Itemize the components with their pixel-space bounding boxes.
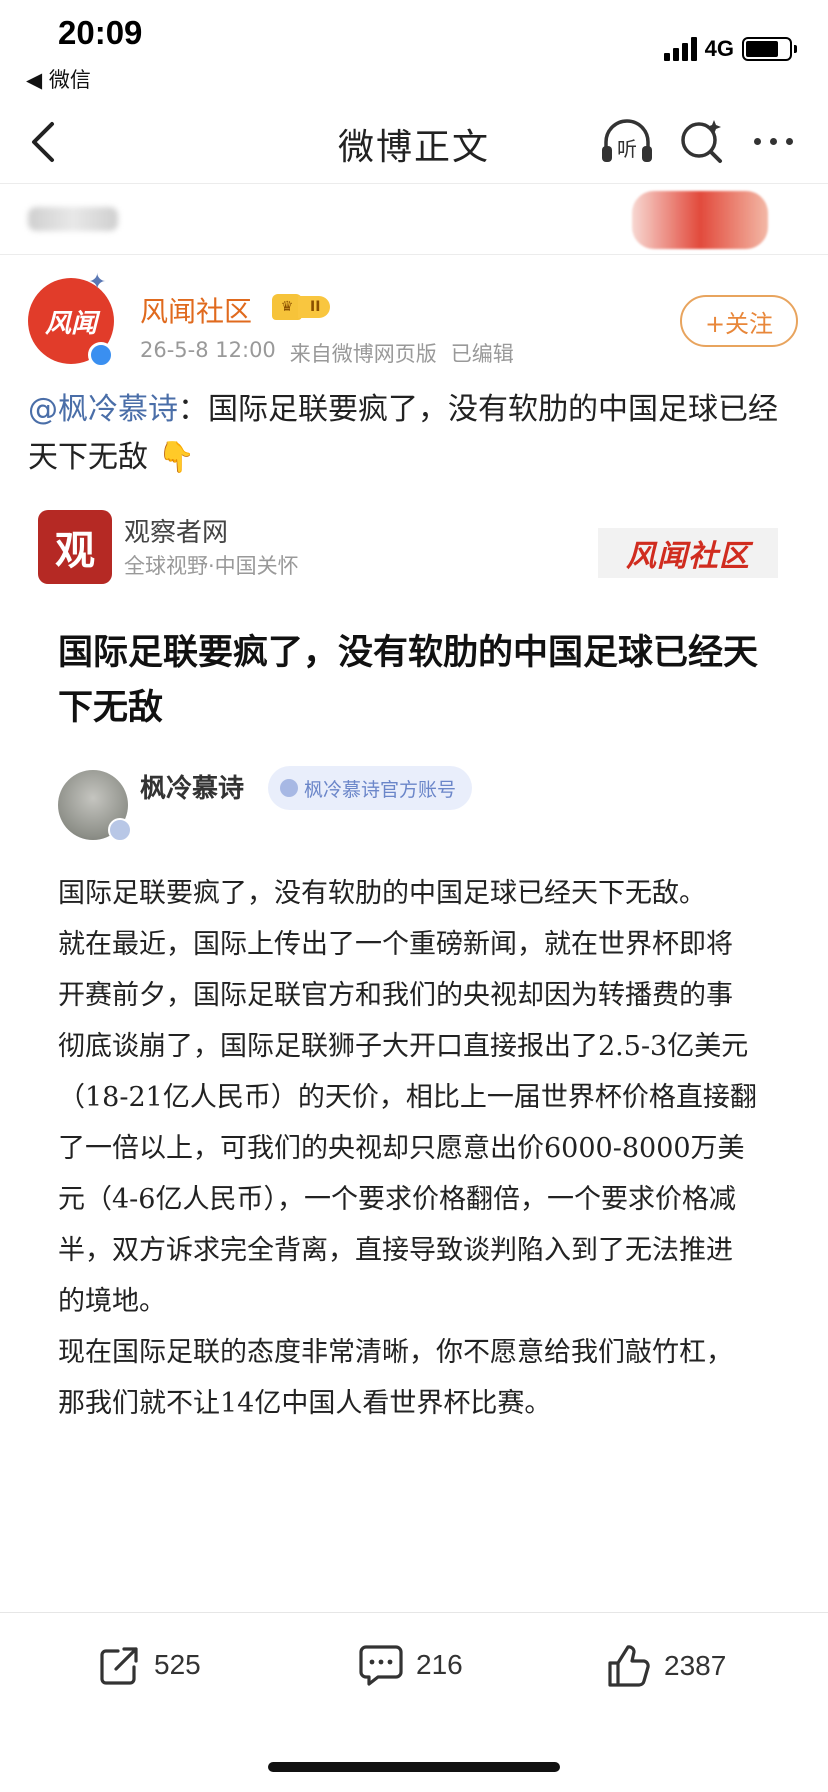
fengwen-watermark: 风闻社区 bbox=[598, 528, 778, 578]
article-paragraph: 国际足联要疯了，没有软肋的中国足球已经天下无敌。 bbox=[58, 878, 706, 909]
comment-icon bbox=[359, 1645, 403, 1686]
search-icon[interactable] bbox=[676, 116, 728, 168]
article-verified-icon bbox=[108, 818, 132, 842]
article-body: 国际足联要疯了，没有软肋的中国足球已经天下无敌。 就在最近，国际上传出了一个重磅… bbox=[58, 868, 758, 1429]
back-to-app-link[interactable]: ◀ 微信 bbox=[26, 64, 91, 94]
avatar-decoration-icon: ✦ bbox=[88, 270, 107, 295]
post-text: @枫冷慕诗：国际足联要疯了，没有软肋的中国足球已经天下无敌 👇 bbox=[28, 386, 800, 482]
guancha-logo: 观 bbox=[38, 510, 112, 584]
mention-link[interactable]: @枫冷慕诗 bbox=[28, 392, 178, 427]
repost-count: 525 bbox=[154, 1649, 201, 1680]
listen-headphones-icon[interactable]: 听 bbox=[598, 114, 656, 168]
nav-bar: 微博正文 听 bbox=[0, 100, 828, 184]
post-meta: 26-5-8 12:00 来自微博网页版 已编辑 bbox=[140, 338, 514, 368]
author-name[interactable]: 风闻社区 bbox=[140, 290, 252, 330]
status-indicators: 4G bbox=[663, 36, 797, 62]
repost-button[interactable]: 525 bbox=[98, 1643, 201, 1687]
comment-button[interactable]: 216 bbox=[358, 1643, 463, 1687]
listen-label: 听 bbox=[617, 137, 637, 161]
status-bar: 20:09 ◀ 微信 4G bbox=[0, 0, 828, 100]
signal-icon bbox=[663, 37, 697, 61]
more-options-icon[interactable] bbox=[754, 138, 793, 145]
post-source: 来自微博网页版 bbox=[289, 342, 437, 366]
article-author-name: 枫冷慕诗 bbox=[140, 774, 245, 804]
follow-button[interactable]: +关注 bbox=[680, 295, 798, 347]
home-indicator[interactable] bbox=[268, 1762, 560, 1772]
like-button[interactable]: 2387 bbox=[606, 1643, 726, 1689]
network-type: 4G bbox=[704, 36, 734, 61]
top-banner-strip bbox=[0, 185, 828, 255]
official-account-label: 枫冷慕诗官方账号 bbox=[304, 778, 457, 801]
bottom-toolbar: 525 216 2387 bbox=[0, 1612, 828, 1732]
article-paragraph: 现在国际足联的态度非常清晰，你不愿意给我们敲竹杠，那我们就不让14亿中国人看世界… bbox=[58, 1337, 733, 1419]
thumbs-up-icon bbox=[608, 1645, 650, 1687]
like-count: 2387 bbox=[664, 1650, 727, 1681]
status-time: 20:09 bbox=[58, 14, 143, 51]
verified-badge-icon bbox=[88, 342, 114, 368]
embedded-article-image[interactable]: 观 观察者网 全球视野·中国关怀 风闻社区 国际足联要疯了，没有软肋的中国足球已… bbox=[28, 498, 800, 1612]
member-level-badge[interactable]: ♛ II bbox=[272, 294, 331, 320]
repost-icon bbox=[100, 1647, 138, 1685]
official-account-tag: 枫冷慕诗官方账号 bbox=[268, 766, 473, 810]
battery-fill bbox=[746, 41, 778, 57]
battery-icon bbox=[742, 37, 797, 61]
comment-count: 216 bbox=[416, 1649, 463, 1680]
level-label: II bbox=[298, 296, 331, 318]
official-badge-icon bbox=[280, 779, 298, 797]
promo-banner-image[interactable] bbox=[632, 191, 768, 249]
article-title: 国际足联要疯了，没有软肋的中国足球已经天下无敌 bbox=[58, 633, 759, 728]
edited-label: 已编辑 bbox=[450, 342, 514, 366]
source-name: 观察者网 bbox=[124, 518, 229, 548]
source-slogan: 全球视野·中国关怀 bbox=[124, 554, 299, 578]
blurred-text bbox=[28, 207, 118, 231]
article-paragraph: 就在最近，国际上传出了一个重磅新闻，就在世界杯即将开赛前夕，国际足联官方和我们的… bbox=[58, 929, 757, 1317]
post-date: 26-5-8 12:00 bbox=[140, 338, 276, 362]
